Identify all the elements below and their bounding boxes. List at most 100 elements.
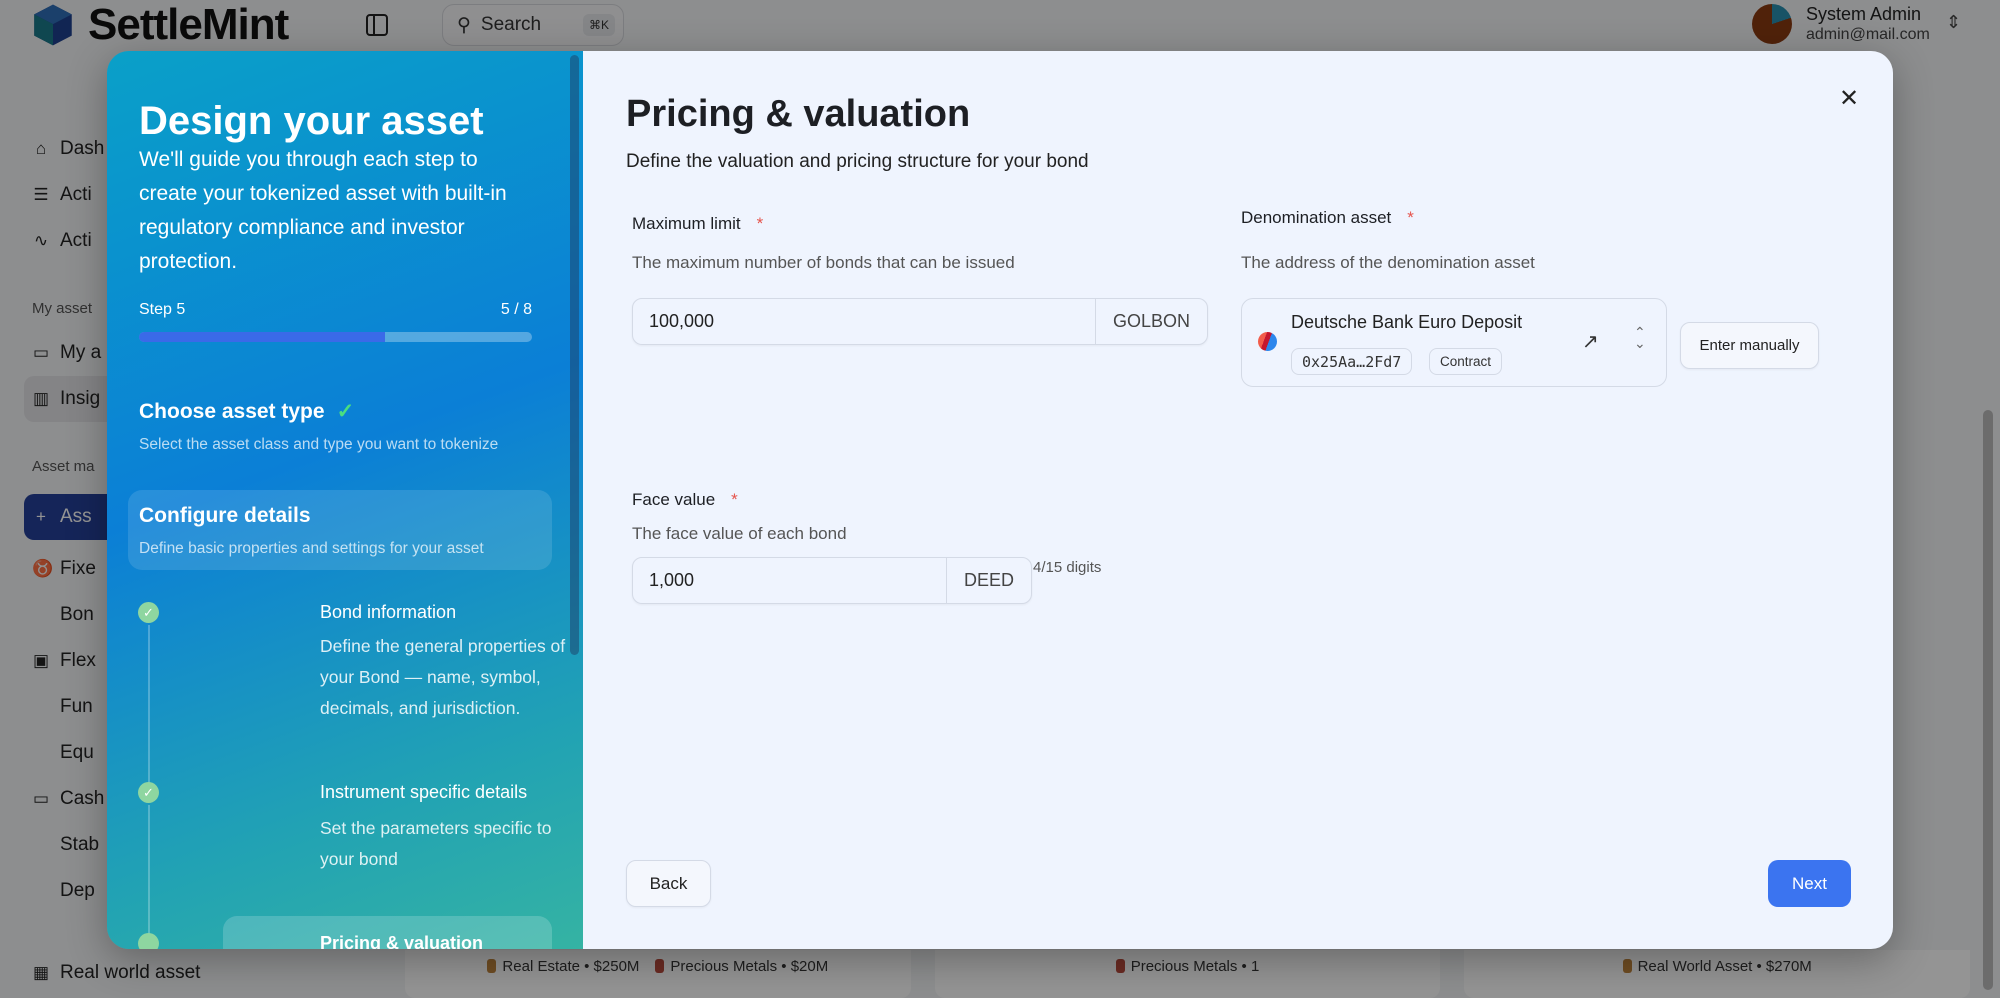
sidebar-group-real-world-asset[interactable]: ▦ Real world asset (24, 950, 324, 996)
legend-swatch (1622, 959, 1632, 973)
home-icon: ⌂ (35, 139, 47, 158)
insight-card: Real Estate • $250M Precious Metals • $2… (405, 950, 911, 998)
sidebar-item-label: Flex (60, 650, 96, 671)
brand-name: SettleMint (88, 0, 289, 49)
denomination-label: Denomination asset * (1241, 208, 1414, 228)
user-email: admin@mail.com (1806, 26, 1930, 43)
steps-scrollbar[interactable] (570, 55, 579, 655)
chevron-up-down-icon[interactable]: ⌃ ⌄ (1634, 325, 1646, 350)
back-button[interactable]: Back (626, 860, 711, 907)
step-group-subtitle: Define basic properties and settings for… (139, 540, 484, 557)
checklist-icon: ☰ (33, 185, 49, 204)
enter-manually-button[interactable]: Enter manually (1680, 322, 1819, 369)
face-value-input[interactable]: 1,000 DEED (632, 557, 1032, 604)
insight-card: Precious Metals • 1 (934, 950, 1441, 998)
add-asset-label: Ass (60, 506, 92, 527)
legend-label: Real Estate • $250M (502, 957, 640, 975)
form-panel: ✕ Pricing & valuation Define the valuati… (583, 51, 1893, 949)
legend-label: Real World Asset • $270M (1637, 957, 1812, 975)
denomination-asset-select[interactable]: Deutsche Bank Euro Deposit 0x25Aa…2Fd7 C… (1241, 298, 1667, 387)
form-subtitle: Define the valuation and pricing structu… (626, 151, 1089, 172)
contract-badge: Contract (1429, 348, 1503, 375)
legend-swatch (1115, 959, 1125, 973)
denomination-hint: The address of the denomination asset (1241, 253, 1535, 272)
step-group-title: Configure details (139, 504, 311, 527)
wizard-description: We'll guide you through each step to cre… (139, 148, 507, 273)
external-link-icon[interactable]: ↗ (1582, 329, 1599, 354)
plus-icon: + (36, 507, 46, 526)
step-group-subtitle: Select the asset class and type you want… (139, 436, 499, 453)
close-icon[interactable]: ✕ (1839, 84, 1859, 113)
label-text: Face value (632, 490, 716, 509)
search-button[interactable]: ⚲ Search ⌘K (442, 4, 624, 46)
chart-icon: ▥ (32, 389, 50, 408)
wizard-title: Design your asset (139, 99, 484, 143)
next-button[interactable]: Next (1768, 860, 1851, 907)
completed-step-icon: ✓ (138, 602, 159, 623)
input-addon: GOLBON (1094, 299, 1207, 344)
sidebar-item-label: Real world asset (60, 962, 201, 983)
sidebar-item-label: Cash (60, 788, 105, 809)
building-icon: ▦ (32, 963, 50, 982)
piggy-bank-icon: ♉ (32, 559, 54, 578)
input-value: 100,000 (649, 311, 715, 331)
card-icon: ▭ (32, 789, 50, 808)
step-indicator: Step 5 5 / 8 (139, 301, 532, 319)
required-marker: * (756, 214, 764, 233)
insight-card: Real World Asset • $270M (1464, 950, 1971, 998)
legend-item: Real World Asset • $270M (1622, 956, 1812, 976)
step-label: Step 5 (139, 301, 186, 318)
max-limit-hint: The maximum number of bonds that can be … (632, 253, 1015, 272)
substep-description: Set the parameters specific to your bond (320, 818, 552, 869)
search-label: Search (480, 14, 542, 35)
brand-logo[interactable]: SettleMint (32, 0, 289, 49)
substep-bond-information[interactable]: Bond information (320, 602, 456, 623)
sidebar-toggle-button[interactable] (366, 14, 388, 36)
activity-icon: ∿ (33, 231, 49, 250)
current-step-icon (138, 933, 159, 949)
sidebar-item-label: Fixe (60, 558, 96, 579)
progress-bar (139, 332, 532, 342)
page-scrollbar[interactable] (1983, 410, 1993, 990)
max-limit-input[interactable]: 100,000 GOLBON (632, 298, 1208, 345)
substep-description: Define the general properties of your Bo… (320, 636, 566, 718)
step-count: 5 / 8 (500, 301, 532, 318)
label-text: Denomination asset (1241, 208, 1392, 227)
sidebar-item-label: My a (60, 342, 102, 363)
asset-address-chip[interactable]: 0x25Aa…2Fd7 (1291, 348, 1413, 375)
asset-wizard-dialog: Design your asset We'll guide you throug… (107, 51, 1893, 949)
user-name: System Admin (1806, 4, 1922, 24)
legend-label: Precious Metals • $20M (670, 957, 829, 975)
substep-instrument-details[interactable]: Instrument specific details (320, 782, 527, 803)
sidebar-item-label: Acti (60, 184, 92, 205)
sidebar-item-label: Dash (60, 138, 105, 159)
search-icon: ⚲ (457, 14, 471, 36)
step-connector (148, 805, 150, 949)
user-menu[interactable]: System Admin admin@mail.com (1752, 3, 1930, 45)
chevron-up-down-icon[interactable]: ⇕ (1946, 12, 1961, 33)
input-value: 1,000 (649, 570, 695, 590)
legend-swatch (487, 959, 497, 973)
completed-step-icon: ✓ (138, 782, 159, 803)
insight-cards: Real Estate • $250M Precious Metals • $2… (405, 950, 1971, 998)
legend-swatch (655, 959, 665, 973)
required-marker: * (731, 490, 738, 509)
max-limit-label: Maximum limit * (632, 214, 763, 234)
sidebar-item-label: Acti (60, 230, 92, 251)
avatar (1752, 4, 1792, 44)
face-value-hint: The face value of each bond (632, 524, 847, 543)
legend-label: Precious Metals • 1 (1130, 957, 1260, 975)
step-group-choose-asset-type[interactable]: Choose asset type ✓ Select the asset clas… (139, 399, 498, 454)
cash-up-icon: ▣ (32, 651, 50, 670)
step-group-title: Choose asset type (139, 399, 325, 423)
legend-item: Precious Metals • 1 (1115, 956, 1260, 976)
asset-name: Deutsche Bank Euro Deposit (1291, 312, 1523, 332)
required-marker: * (1407, 208, 1414, 227)
face-value-label: Face value * (632, 490, 738, 510)
label-text: Maximum limit (632, 214, 741, 233)
legend-item: Real Estate • $250M (487, 956, 639, 976)
form-title: Pricing & valuation (626, 93, 971, 135)
digit-counter: 4/15 digits (1033, 559, 1102, 576)
step-group-configure-details[interactable]: Configure details Define basic propertie… (128, 490, 552, 570)
substep-pricing-valuation[interactable]: Pricing & valuation (320, 933, 483, 949)
